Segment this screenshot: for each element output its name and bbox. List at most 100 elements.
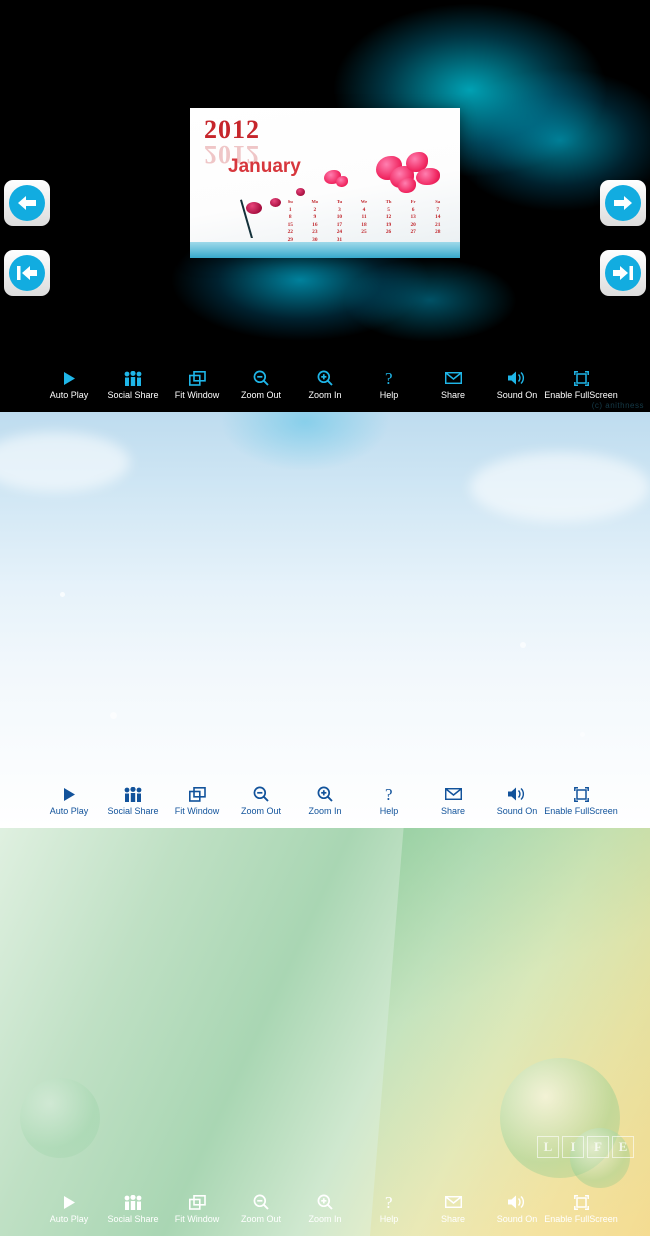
magnifier-minus-icon bbox=[253, 368, 269, 388]
toolbar-button-social-share[interactable]: Social Share bbox=[101, 784, 165, 816]
toolbar-button-label: Zoom Out bbox=[240, 806, 281, 816]
weekday-header: Sa bbox=[435, 199, 441, 204]
toolbar-button-auto-play[interactable]: Auto Play bbox=[37, 368, 101, 400]
bokeh-dot bbox=[580, 732, 585, 737]
play-icon bbox=[63, 1192, 75, 1212]
calendar-day-cell: 12 bbox=[385, 214, 392, 221]
toolbar-button-label: Share bbox=[440, 806, 466, 816]
toolbar-button-label: Sound On bbox=[496, 806, 538, 816]
toolbar-button-zoom-in[interactable]: Zoom In bbox=[293, 368, 357, 400]
viewer-toolbar[interactable]: Auto Play Social Share Fit Window Zoom Out Z… bbox=[0, 780, 650, 828]
life-watermark: LIFE bbox=[537, 1136, 634, 1158]
cloud-shape bbox=[470, 452, 650, 522]
weekday-header: Su bbox=[287, 199, 293, 204]
calendar-day-cell: 28 bbox=[435, 229, 441, 236]
weekday-header: Fr bbox=[410, 199, 416, 204]
calendar-day-cell: 9 bbox=[313, 214, 317, 221]
toolbar-button-auto-play[interactable]: Auto Play bbox=[37, 784, 101, 816]
toolbar-button-social-share[interactable]: Social Share bbox=[101, 368, 165, 400]
arrow-left-icon bbox=[9, 185, 45, 221]
calendar-page-january[interactable]: 2012 2012 January Su Mo Tu We Th Fr Sa 1 2 3 4 5 6 7 8… bbox=[190, 108, 460, 258]
toolbar-button-share[interactable]: Share bbox=[421, 784, 485, 816]
life-watermark-letter: I bbox=[562, 1136, 584, 1158]
toolbar-button-help[interactable]: ? Help bbox=[357, 784, 421, 816]
people-group-icon bbox=[124, 368, 142, 388]
flipbook-panel-blue: February 2012 2012 SuMoTuWeThFrSa 123456… bbox=[0, 412, 650, 828]
people-group-icon bbox=[124, 1192, 142, 1212]
toolbar-button-zoom-out[interactable]: Zoom Out bbox=[229, 1192, 293, 1224]
toolbar-button-fit-window[interactable]: Fit Window bbox=[165, 1192, 229, 1224]
weekday-header: Tu bbox=[336, 199, 343, 204]
toolbar-button-share[interactable]: Share bbox=[421, 368, 485, 400]
toolbar-button-label: Enable FullScreen bbox=[544, 1214, 618, 1224]
fit-window-icon bbox=[188, 368, 206, 388]
speaker-icon bbox=[508, 1192, 526, 1212]
toolbar-button-label: Social Share bbox=[107, 390, 159, 400]
speaker-icon bbox=[508, 784, 526, 804]
toolbar-button-label: Zoom Out bbox=[240, 1214, 281, 1224]
toolbar-button-help[interactable]: ? Help bbox=[357, 368, 421, 400]
flipbook-panel-green: SuMoTuWeThFrSa 1234567891011121314151617… bbox=[0, 828, 650, 1236]
magnifier-plus-icon bbox=[317, 1192, 333, 1212]
toolbar-button-zoom-in[interactable]: Zoom In bbox=[293, 1192, 357, 1224]
calendar-day-cell: 17 bbox=[336, 221, 343, 228]
toolbar-button-sound-on[interactable]: Sound On bbox=[485, 784, 549, 816]
calendar-day-cell: 3 bbox=[338, 206, 341, 213]
toolbar-button-social-share[interactable]: Social Share bbox=[101, 1192, 165, 1224]
toolbar-button-label: Auto Play bbox=[49, 806, 89, 816]
life-watermark-letter: F bbox=[587, 1136, 609, 1158]
toolbar-button-zoom-in[interactable]: Zoom In bbox=[293, 784, 357, 816]
toolbar-button-share[interactable]: Share bbox=[421, 1192, 485, 1224]
calendar-day-cell: 25 bbox=[361, 229, 367, 236]
magnifier-minus-icon bbox=[253, 1192, 269, 1212]
magnifier-plus-icon bbox=[317, 784, 333, 804]
toolbar-button-enable-fullscreen[interactable]: Enable FullScreen bbox=[544, 368, 618, 400]
arrow-right-icon bbox=[605, 185, 641, 221]
calendar-day-cell: 21 bbox=[435, 221, 441, 228]
toolbar-button-label: Fit Window bbox=[174, 1214, 220, 1224]
toolbar-button-label: Help bbox=[379, 806, 399, 816]
envelope-icon bbox=[444, 784, 462, 804]
calendar-day-cell: 15 bbox=[287, 221, 293, 228]
last-page-button[interactable] bbox=[600, 250, 646, 296]
viewer-toolbar[interactable]: Auto Play Social Share Fit Window Zoom Out Z… bbox=[0, 1188, 650, 1236]
toolbar-button-label: Share bbox=[440, 1214, 466, 1224]
flipbook-panel-dark: 2012 2012 January Su Mo Tu We Th Fr Sa 1 2 3 4 5 6 7 8… bbox=[0, 0, 650, 412]
toolbar-button-help[interactable]: ? Help bbox=[357, 1192, 421, 1224]
toolbar-button-label: Auto Play bbox=[49, 1214, 89, 1224]
toolbar-button-sound-on[interactable]: Sound On bbox=[485, 1192, 549, 1224]
toolbar-button-fit-window[interactable]: Fit Window bbox=[165, 784, 229, 816]
first-page-button[interactable] bbox=[4, 250, 50, 296]
toolbar-button-zoom-out[interactable]: Zoom Out bbox=[229, 784, 293, 816]
previous-page-button[interactable] bbox=[4, 180, 50, 226]
bokeh-dot bbox=[60, 592, 65, 597]
toolbar-button-enable-fullscreen[interactable]: Enable FullScreen bbox=[544, 1192, 618, 1224]
toolbar-button-label: Zoom In bbox=[308, 1214, 342, 1224]
page-bottom-strip bbox=[190, 242, 460, 258]
people-group-icon bbox=[124, 784, 142, 804]
toolbar-button-fit-window[interactable]: Fit Window bbox=[165, 368, 229, 400]
skip-to-last-icon bbox=[605, 255, 641, 291]
bokeh-dot bbox=[110, 712, 117, 719]
skip-to-first-icon bbox=[9, 255, 45, 291]
calendar-day-cell: 7 bbox=[436, 206, 440, 213]
toolbar-button-auto-play[interactable]: Auto Play bbox=[37, 1192, 101, 1224]
toolbar-button-zoom-out[interactable]: Zoom Out bbox=[229, 368, 293, 400]
next-page-button[interactable] bbox=[600, 180, 646, 226]
calendar-day-cell: 19 bbox=[385, 221, 392, 228]
viewer-toolbar[interactable]: Auto Play Social Share Fit Window Zoom Out Z… bbox=[0, 364, 650, 412]
weekday-header: Mo bbox=[311, 199, 319, 204]
toolbar-button-label: Help bbox=[379, 390, 399, 400]
calendar-day-cell: 27 bbox=[410, 229, 416, 236]
toolbar-button-label: Auto Play bbox=[49, 390, 89, 400]
toolbar-button-sound-on[interactable]: Sound On bbox=[485, 368, 549, 400]
magnifier-minus-icon bbox=[253, 784, 269, 804]
toolbar-button-label: Share bbox=[440, 390, 466, 400]
calendar-day-cell: 2 bbox=[313, 206, 317, 213]
calendar-day-cell: 6 bbox=[411, 206, 415, 213]
toolbar-button-enable-fullscreen[interactable]: Enable FullScreen bbox=[544, 784, 618, 816]
calendar-day-cell: 22 bbox=[287, 229, 293, 236]
envelope-icon bbox=[444, 368, 462, 388]
toolbar-button-label: Fit Window bbox=[174, 390, 220, 400]
toolbar-button-label: Zoom In bbox=[308, 806, 342, 816]
